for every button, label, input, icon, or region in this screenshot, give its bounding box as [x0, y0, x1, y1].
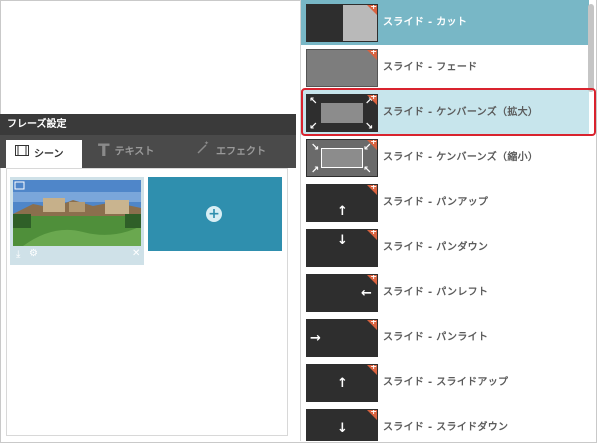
arrow-right-icon: → — [310, 331, 321, 346]
transition-list[interactable]: + スライド - カット + スライド - フェード ↖ ↗ ↙ ↘ + スライ… — [300, 0, 596, 441]
scene-thumbnail[interactable]: ⤓ ⚙ ✕ — [10, 177, 144, 265]
replace-icon[interactable]: ⤓ — [16, 249, 20, 260]
arrow-left-icon: ← — [361, 286, 372, 301]
transition-label: スライド - パンレフト — [383, 287, 489, 298]
transition-item-cut[interactable]: + スライド - カット — [301, 0, 589, 45]
panel-tabs: シーン T テキスト ✦ エフェクト — [0, 135, 296, 168]
arrow-up-icon: ↑ — [337, 376, 348, 391]
arrow-down-icon: ↓ — [337, 421, 348, 436]
tab-text[interactable]: T テキスト — [98, 135, 154, 168]
transition-label: スライド - スライドダウン — [383, 422, 509, 433]
transition-label: スライド - カット — [383, 17, 468, 28]
transition-fade-icon: + — [306, 49, 378, 87]
tab-scene[interactable]: シーン — [6, 140, 82, 168]
transition-label: スライド - フェード — [383, 62, 478, 73]
transition-kenburns-zoom-out-icon: ↘ ↙ ↗ ↖ + — [306, 139, 378, 177]
phrase-settings-panel: フレーズ設定 シーン T テキスト ✦ エフェクト ⤓ ⚙ ✕ + — [0, 114, 296, 443]
transition-pan-left-icon: ← + — [306, 274, 378, 312]
transition-slide-up-icon: ↑ + — [306, 364, 378, 402]
thumbnail-toolbar: ⤓ ⚙ ✕ — [10, 248, 144, 264]
highlight-callout — [301, 88, 596, 136]
transition-item-pan-down[interactable]: ↓ + スライド - パンダウン — [301, 225, 589, 270]
arrow-down-icon: ↓ — [337, 233, 348, 248]
plus-circle-icon: + — [206, 206, 222, 222]
scene-area: ⤓ ⚙ ✕ + — [6, 168, 288, 436]
text-t-icon: T — [98, 141, 110, 161]
transition-item-kenburns-zoom-out[interactable]: ↘ ↙ ↗ ↖ + スライド - ケンバーンズ（縮小） — [301, 135, 589, 180]
arrow-up-icon: ↑ — [337, 204, 348, 219]
film-icon — [15, 140, 29, 168]
tab-effect[interactable]: ✦ エフェクト — [196, 135, 266, 168]
scene-image — [13, 180, 141, 246]
transition-label: スライド - パンダウン — [383, 242, 489, 253]
tab-label: テキスト — [114, 146, 155, 158]
close-icon[interactable]: ✕ — [132, 248, 140, 259]
transition-label: スライド - スライドアップ — [383, 377, 509, 388]
transition-label: スライド - ケンバーンズ（縮小） — [383, 152, 539, 163]
transition-cut-icon: + — [306, 4, 378, 42]
transition-item-slide-down[interactable]: ↓ + スライド - スライドダウン — [301, 405, 589, 441]
svg-text:✦: ✦ — [204, 140, 209, 147]
transition-item-pan-up[interactable]: ↑ + スライド - パンアップ — [301, 180, 589, 225]
transition-slide-down-icon: ↓ + — [306, 409, 378, 441]
transition-label: スライド - パンアップ — [383, 197, 489, 208]
transition-label: スライド - パンライト — [383, 332, 489, 343]
magic-wand-icon: ✦ — [196, 135, 210, 168]
transition-pan-down-icon: ↓ + — [306, 229, 378, 267]
list-scrollbar[interactable] — [588, 4, 594, 92]
transition-item-fade[interactable]: + スライド - フェード — [301, 45, 589, 90]
add-scene-button[interactable]: + — [148, 177, 282, 251]
transition-item-pan-right[interactable]: → + スライド - パンライト — [301, 315, 589, 360]
panel-title: フレーズ設定 — [0, 114, 296, 135]
tab-label: エフェクト — [216, 146, 266, 158]
transition-pan-right-icon: → + — [306, 319, 378, 357]
transition-pan-up-icon: ↑ + — [306, 184, 378, 222]
transition-item-pan-left[interactable]: ← + スライド - パンレフト — [301, 270, 589, 315]
tab-label: シーン — [34, 149, 64, 160]
transition-item-slide-up[interactable]: ↑ + スライド - スライドアップ — [301, 360, 589, 405]
gear-icon[interactable]: ⚙ — [29, 248, 38, 259]
